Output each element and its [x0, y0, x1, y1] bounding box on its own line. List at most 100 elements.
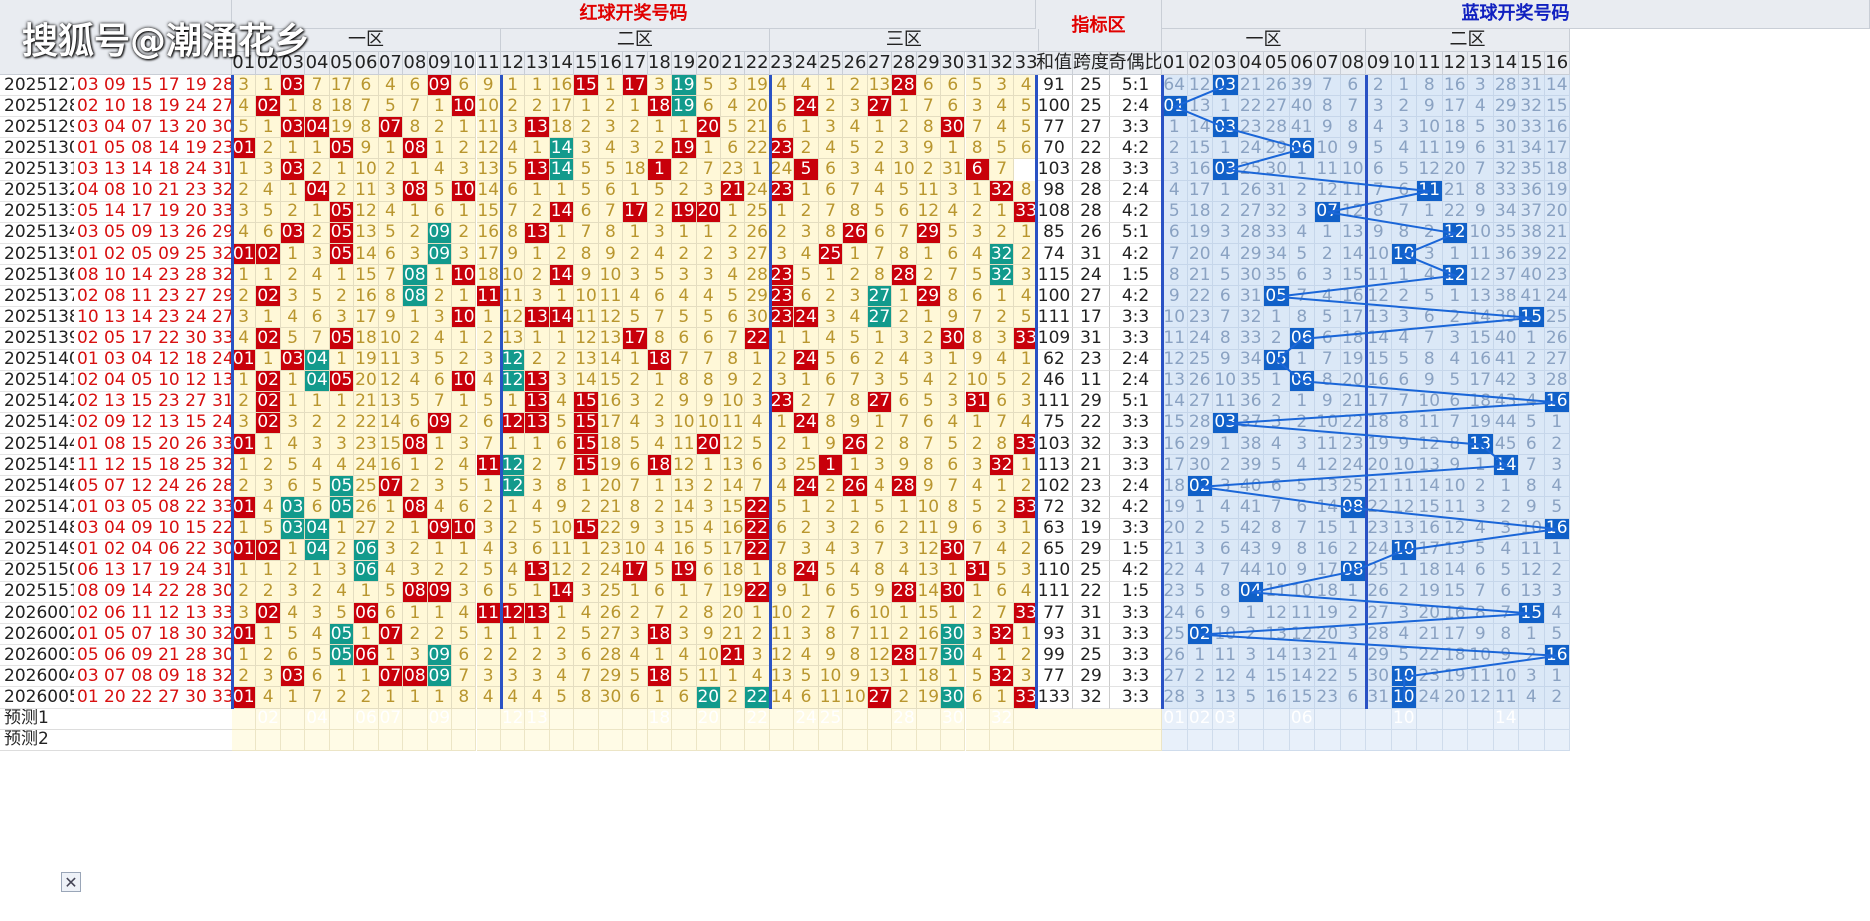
prediction-red-cell[interactable] — [623, 729, 648, 751]
prediction-red-pick[interactable]: 07 — [378, 708, 404, 730]
prediction-red-cell[interactable] — [867, 708, 893, 730]
prediction-blue-cell[interactable] — [1417, 729, 1443, 751]
prediction-red-pick[interactable]: 20 — [696, 708, 721, 730]
prediction-blue-cell[interactable] — [1315, 708, 1341, 730]
prediction-red-cell[interactable] — [745, 729, 770, 751]
prediction-red-cell[interactable] — [476, 708, 501, 730]
prediction-red-cell[interactable] — [232, 708, 257, 730]
prediction-red-pick[interactable]: 25 — [818, 708, 844, 730]
prediction-red-cell[interactable] — [818, 729, 844, 751]
prediction-blue-cell[interactable] — [1340, 708, 1366, 730]
prediction-red-pick[interactable]: 30 — [941, 708, 966, 730]
prediction-red-pick[interactable]: 22 — [745, 708, 770, 730]
prediction-red-cell[interactable] — [672, 708, 697, 730]
prediction-blue-cell[interactable] — [1417, 708, 1443, 730]
prediction-red-cell[interactable] — [965, 708, 990, 730]
prediction-blue-cell[interactable] — [1213, 729, 1239, 751]
red-omission-cell: 2 — [525, 96, 550, 118]
prediction-red-cell[interactable] — [403, 708, 428, 730]
close-icon[interactable]: ✕ — [61, 872, 81, 892]
red-omission-cell: 4 — [232, 96, 257, 118]
prediction-red-pick[interactable]: 13 — [525, 708, 550, 730]
prediction-red-cell[interactable] — [574, 708, 599, 730]
prediction-blue-pick[interactable]: 10 — [1391, 708, 1417, 730]
prediction-blue-cell[interactable] — [1315, 729, 1341, 751]
prediction-red-pick[interactable]: 28 — [892, 708, 917, 730]
prediction-red-cell[interactable] — [892, 729, 917, 751]
prediction-red-cell[interactable] — [329, 708, 355, 730]
prediction-blue-cell[interactable] — [1264, 729, 1290, 751]
prediction-red-cell[interactable] — [672, 729, 697, 751]
prediction-red-cell[interactable] — [989, 729, 1015, 751]
prediction-red-cell[interactable] — [378, 729, 404, 751]
prediction-blue-cell[interactable] — [1468, 729, 1494, 751]
prediction-red-cell[interactable] — [427, 729, 453, 751]
prediction-red-cell[interactable] — [769, 708, 795, 730]
prediction-red-cell[interactable] — [549, 729, 575, 751]
prediction-red-cell[interactable] — [549, 708, 575, 730]
prediction-red-pick[interactable]: 18 — [647, 708, 673, 730]
prediction-red-pick[interactable]: 02 — [256, 708, 281, 730]
prediction-blue-cell[interactable] — [1442, 729, 1468, 751]
prediction-red-cell[interactable] — [843, 729, 868, 751]
prediction-red-cell[interactable] — [280, 729, 306, 751]
prediction-red-cell[interactable] — [696, 729, 721, 751]
prediction-red-cell[interactable] — [916, 708, 942, 730]
prediction-blue-cell[interactable] — [1468, 708, 1494, 730]
prediction-red-cell[interactable] — [232, 729, 257, 751]
prediction-blue-pick[interactable]: 03 — [1213, 708, 1239, 730]
prediction-blue-cell[interactable] — [1519, 729, 1545, 751]
prediction-red-cell[interactable] — [769, 729, 795, 751]
prediction-red-pick[interactable]: 24 — [794, 708, 819, 730]
prediction-red-pick[interactable]: 09 — [427, 708, 453, 730]
prediction-blue-cell[interactable] — [1264, 708, 1290, 730]
prediction-blue-cell[interactable] — [1544, 708, 1570, 730]
prediction-red-pick[interactable]: 04 — [305, 708, 330, 730]
prediction-red-cell[interactable] — [623, 708, 648, 730]
prediction-red-cell[interactable] — [500, 729, 526, 751]
prediction-red-cell[interactable] — [843, 708, 868, 730]
prediction-blue-cell[interactable] — [1340, 729, 1366, 751]
prediction-red-cell[interactable] — [305, 729, 330, 751]
prediction-red-cell[interactable] — [256, 729, 281, 751]
prediction-red-cell[interactable] — [476, 729, 501, 751]
prediction-red-cell[interactable] — [525, 729, 550, 751]
prediction-blue-cell[interactable] — [1238, 729, 1264, 751]
prediction-red-cell[interactable] — [721, 729, 746, 751]
prediction-blue-cell[interactable] — [1391, 729, 1417, 751]
prediction-red-cell[interactable] — [329, 729, 355, 751]
prediction-red-cell[interactable] — [598, 708, 624, 730]
prediction-red-cell[interactable] — [941, 729, 966, 751]
prediction-red-cell[interactable] — [965, 729, 990, 751]
prediction-blue-cell[interactable] — [1366, 729, 1392, 751]
prediction-blue-cell[interactable] — [1289, 729, 1315, 751]
prediction-red-cell[interactable] — [867, 729, 893, 751]
prediction-red-cell[interactable] — [452, 729, 477, 751]
prediction-red-cell[interactable] — [280, 708, 306, 730]
prediction-blue-cell[interactable] — [1366, 708, 1392, 730]
prediction-red-cell[interactable] — [721, 708, 746, 730]
prediction-red-cell[interactable] — [916, 729, 942, 751]
prediction-blue-cell[interactable] — [1162, 729, 1188, 751]
prediction-blue-pick[interactable]: 01 — [1162, 708, 1188, 730]
prediction-red-pick[interactable]: 12 — [500, 708, 526, 730]
prediction-blue-pick[interactable]: 14 — [1493, 708, 1519, 730]
prediction-blue-cell[interactable] — [1187, 729, 1213, 751]
prediction-blue-cell[interactable] — [1493, 729, 1519, 751]
prediction-red-pick[interactable]: 06 — [354, 708, 379, 730]
prediction-red-pick[interactable]: 32 — [989, 708, 1015, 730]
prediction-blue-cell[interactable] — [1442, 708, 1468, 730]
prediction-red-cell[interactable] — [794, 729, 819, 751]
prediction-red-cell[interactable] — [403, 729, 428, 751]
prediction-blue-cell[interactable] — [1519, 708, 1545, 730]
prediction-blue-cell[interactable] — [1238, 708, 1264, 730]
prediction-red-cell[interactable] — [647, 729, 673, 751]
prediction-red-cell[interactable] — [598, 729, 624, 751]
prediction-red-cell[interactable] — [354, 729, 379, 751]
red-omission-cell: 5 — [280, 455, 306, 477]
prediction-red-cell[interactable] — [452, 708, 477, 730]
prediction-blue-pick[interactable]: 02 — [1187, 708, 1213, 730]
prediction-blue-cell[interactable] — [1544, 729, 1570, 751]
prediction-blue-pick[interactable]: 06 — [1289, 708, 1315, 730]
prediction-red-cell[interactable] — [574, 729, 599, 751]
